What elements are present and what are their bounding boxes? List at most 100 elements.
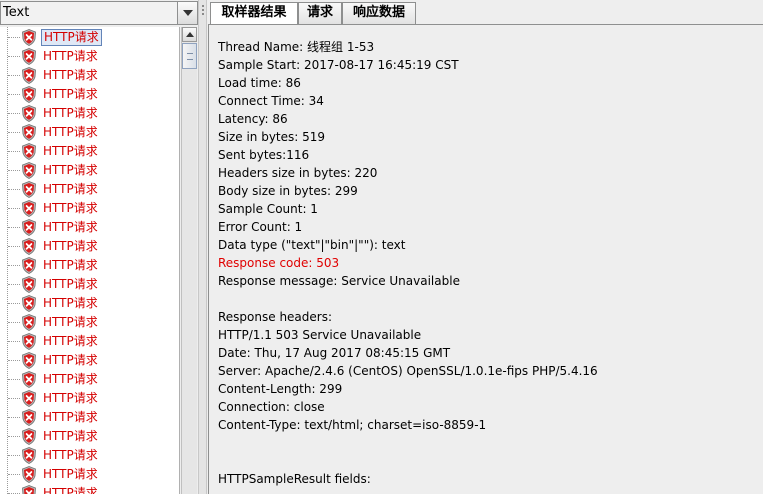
results-tree-panel: Text HTTP请求 HTTP请求 HTTP请求 HTTP请求 HTTP请求 HTTP请… (0, 0, 198, 494)
result-line: Content-Type: text/html; charset=iso-885… (218, 418, 487, 432)
tree-item[interactable]: HTTP请求 (0, 484, 179, 494)
result-line: Data type ("text"|"bin"|""): text (218, 238, 406, 252)
error-shield-icon (22, 238, 36, 255)
tree-item[interactable]: HTTP请求 (0, 28, 179, 47)
tree-item-label: HTTP请求 (43, 163, 98, 177)
result-line: HTTP/1.1 503 Service Unavailable (218, 328, 422, 342)
tree-item[interactable]: HTTP请求 (0, 351, 179, 370)
error-shield-icon (22, 314, 36, 331)
tree-connector-line (8, 455, 20, 456)
tree-connector-line (8, 56, 20, 57)
split-pane-divider[interactable] (198, 0, 207, 494)
tree-item[interactable]: HTTP请求 (0, 465, 179, 484)
tree-item[interactable]: HTTP请求 (0, 199, 179, 218)
sampler-result-text[interactable]: Thread Name: 线程组 1-53 Sample Start: 2017-… (218, 38, 598, 488)
error-shield-icon (22, 276, 36, 293)
tree-connector-line (8, 417, 20, 418)
tree-item[interactable]: HTTP请求 (0, 332, 179, 351)
error-shield-icon (22, 428, 36, 445)
error-shield-icon (22, 485, 36, 494)
tree-connector-line (8, 360, 20, 361)
error-shield-icon (22, 371, 36, 388)
tree-item-label: HTTP请求 (43, 486, 98, 494)
error-shield-icon (22, 447, 36, 464)
tree-item-label: HTTP请求 (43, 68, 98, 82)
tree-connector-line (8, 436, 20, 437)
tree-item-label: HTTP请求 (43, 296, 98, 310)
tree-item[interactable]: HTTP请求 (0, 161, 179, 180)
tree-connector-line (8, 37, 20, 38)
tree-item-label: HTTP请求 (43, 182, 98, 196)
tree-connector-line (8, 170, 20, 171)
scroll-thumb[interactable] (182, 43, 197, 69)
tree-connector-line (8, 341, 20, 342)
tab-request[interactable]: 请求 (298, 2, 342, 24)
tree-item[interactable]: HTTP请求 (0, 446, 179, 465)
error-shield-icon (22, 181, 36, 198)
result-line: Date: Thu, 17 Aug 2017 08:45:15 GMT (218, 346, 451, 360)
renderer-select-value: Text (3, 5, 30, 20)
error-shield-icon (22, 162, 36, 179)
divider-grip (202, 5, 204, 7)
tree-item[interactable]: HTTP请求 (0, 180, 179, 199)
tree-item-label: HTTP请求 (43, 106, 98, 120)
tree-item-label: HTTP请求 (43, 391, 98, 405)
tree-item[interactable]: HTTP请求 (0, 313, 179, 332)
error-shield-icon (22, 124, 36, 141)
result-line: Size in bytes: 519 (218, 130, 326, 144)
tree-item-label: HTTP请求 (43, 49, 98, 63)
tree-item[interactable]: HTTP请求 (0, 237, 179, 256)
tree-item-label: HTTP请求 (43, 277, 98, 291)
tree-item[interactable]: HTTP请求 (0, 294, 179, 313)
tree-item[interactable]: HTTP请求 (0, 427, 179, 446)
error-shield-icon (22, 257, 36, 274)
result-line (218, 434, 598, 452)
tree-connector-line (8, 151, 20, 152)
tree-item[interactable]: HTTP请求 (0, 66, 179, 85)
result-line: Thread Name: 线程组 1-53 (218, 40, 375, 54)
error-shield-icon (22, 352, 36, 369)
error-shield-icon (22, 466, 36, 483)
result-line: Latency: 86 (218, 112, 288, 126)
result-line: Load time: 86 (218, 76, 301, 90)
tab-sampler-result[interactable]: 取样器结果 (210, 2, 298, 25)
result-line: Response headers: (218, 310, 333, 324)
tree-item[interactable]: HTTP请求 (0, 104, 179, 123)
result-line: Response code: 503 (218, 256, 340, 270)
tree-item[interactable]: HTTP请求 (0, 218, 179, 237)
tree-item[interactable]: HTTP请求 (0, 142, 179, 161)
tree-item[interactable]: HTTP请求 (0, 85, 179, 104)
error-shield-icon (22, 86, 36, 103)
tree-connector-line (8, 322, 20, 323)
renderer-select[interactable]: Text (0, 1, 198, 25)
tree-item-label: HTTP请求 (43, 372, 98, 386)
tree-item[interactable]: HTTP请求 (0, 408, 179, 427)
tree-item[interactable]: HTTP请求 (0, 275, 179, 294)
tree-item-label: HTTP请求 (43, 144, 98, 158)
tree-connector-line (8, 246, 20, 247)
tree-item-label: HTTP请求 (43, 410, 98, 424)
tree-item[interactable]: HTTP请求 (0, 123, 179, 142)
tree-connector-line (8, 303, 20, 304)
tree-connector-line (8, 227, 20, 228)
tree-item[interactable]: HTTP请求 (0, 47, 179, 66)
result-line: Server: Apache/2.4.6 (CentOS) OpenSSL/1.… (218, 364, 598, 378)
results-tree[interactable]: HTTP请求 HTTP请求 HTTP请求 HTTP请求 HTTP请求 HTTP请求 HTTP… (0, 27, 180, 494)
result-line: Response message: Service Unavailable (218, 274, 460, 288)
error-shield-icon (22, 390, 36, 407)
scroll-up-button[interactable] (182, 27, 197, 42)
tree-item[interactable]: HTTP请求 (0, 370, 179, 389)
error-shield-icon (22, 29, 36, 46)
tree-item[interactable]: HTTP请求 (0, 256, 179, 275)
error-shield-icon (22, 105, 36, 122)
divider-grip (202, 9, 204, 11)
result-line: Connection: close (218, 400, 325, 414)
divider-grip (202, 13, 204, 15)
tree-item-label: HTTP请求 (41, 29, 102, 46)
tree-connector-line (8, 132, 20, 133)
chevron-down-icon[interactable] (177, 2, 197, 24)
tree-scrollbar[interactable] (181, 27, 197, 494)
tree-item[interactable]: HTTP请求 (0, 389, 179, 408)
tree-connector-line (8, 398, 20, 399)
tab-response-data[interactable]: 响应数据 (342, 2, 416, 24)
